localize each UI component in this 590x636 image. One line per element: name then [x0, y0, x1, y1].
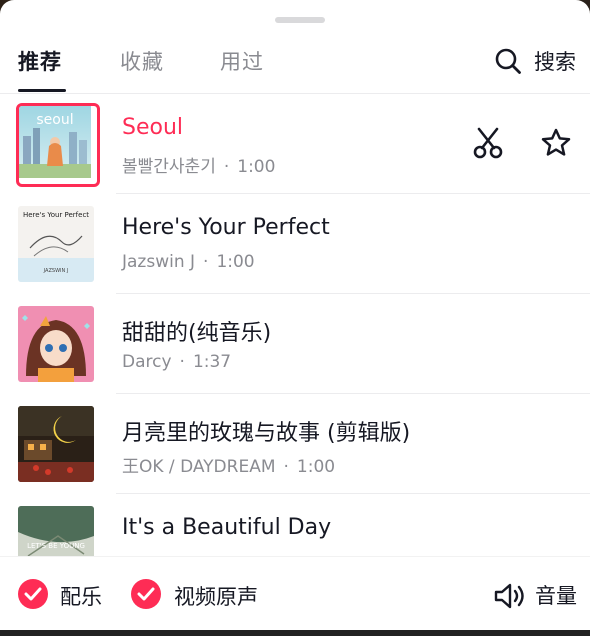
- track-artist: 볼빨간사춘기: [122, 157, 216, 177]
- track-list: seoul Seoul 볼빨간사춘기 · 1:00 Here's Your Pe…: [0, 94, 590, 556]
- album-cover: seoul: [16, 103, 100, 187]
- track-row[interactable]: 甜甜的(纯音乐) Darcy · 1:37: [0, 294, 590, 394]
- track-duration: 1:00: [296, 457, 336, 477]
- tab-favorites[interactable]: 收藏: [120, 46, 164, 76]
- cover-title: LET'S BE YOUNG: [27, 542, 85, 550]
- original-sound-option-label[interactable]: 视频原声: [174, 581, 258, 611]
- cover-title: seoul: [36, 112, 73, 128]
- star-icon[interactable]: [540, 127, 572, 159]
- track-meta: Jazswin J · 1:00: [122, 252, 255, 272]
- track-title: It's a Beautiful Day: [122, 515, 332, 540]
- album-cover: [18, 306, 94, 382]
- track-meta: Darcy · 1:37: [122, 352, 231, 372]
- track-row[interactable]: 月亮里的玫瑰与故事 (剪辑版) 王OK / DAYDREAM · 1:00: [0, 394, 590, 494]
- track-meta: 王OK / DAYDREAM · 1:00: [122, 452, 335, 477]
- bottom-options-bar: 配乐 视频原声 音量: [0, 556, 590, 636]
- soundtrack-option-label[interactable]: 配乐: [60, 581, 102, 611]
- track-title: Seoul: [122, 115, 184, 140]
- album-cover: [18, 406, 94, 482]
- checkmark-icon[interactable]: [131, 579, 161, 609]
- track-meta: 볼빨간사춘기 · 1:00: [122, 152, 275, 177]
- scissors-icon[interactable]: [472, 127, 504, 159]
- music-picker-sheet: 推荐 收藏 用过 搜索 seoul Seoul 볼빨간사춘기 · 1:00 He…: [0, 0, 590, 636]
- track-row[interactable]: LET'S BE YOUNG It's a Beautiful Day: [0, 494, 590, 556]
- track-artist: Darcy: [122, 352, 172, 372]
- meta-separator: ·: [179, 352, 185, 372]
- meta-separator: ·: [223, 157, 230, 177]
- track-duration: 1:00: [237, 157, 276, 177]
- meta-separator: ·: [283, 457, 289, 477]
- album-cover: LET'S BE YOUNG: [18, 506, 94, 556]
- drag-handle[interactable]: [275, 17, 325, 23]
- screen-edge: [0, 630, 590, 636]
- tab-recommended[interactable]: 推荐: [18, 46, 62, 76]
- volume-label: 音量: [535, 584, 577, 608]
- track-duration: 1:37: [192, 352, 232, 372]
- album-cover: Here's Your Perfect JAZSWIN J: [18, 206, 94, 282]
- track-row[interactable]: seoul Seoul 볼빨간사춘기 · 1:00: [0, 94, 590, 194]
- cover-caption: JAZSWIN J: [43, 268, 69, 274]
- tab-bar: 推荐 收藏 用过 搜索: [0, 36, 590, 94]
- track-artist: 王OK / DAYDREAM: [122, 457, 276, 477]
- track-title: Here's Your Perfect: [122, 215, 330, 240]
- track-duration: 1:00: [216, 252, 255, 272]
- meta-separator: ·: [203, 252, 209, 272]
- tab-used[interactable]: 用过: [220, 46, 264, 76]
- track-artist: Jazswin J: [122, 252, 196, 272]
- checkmark-icon[interactable]: [18, 579, 48, 609]
- track-title: 月亮里的玫瑰与故事 (剪辑版): [122, 421, 411, 446]
- cover-title: Here's Your Perfect: [23, 211, 89, 219]
- track-row[interactable]: Here's Your Perfect JAZSWIN J Here's You…: [0, 194, 590, 294]
- speaker-icon: [494, 583, 524, 609]
- search-icon: [495, 48, 521, 74]
- search-label: 搜索: [534, 50, 576, 74]
- active-tab-indicator: [18, 89, 66, 92]
- track-title: 甜甜的(纯音乐): [122, 321, 272, 346]
